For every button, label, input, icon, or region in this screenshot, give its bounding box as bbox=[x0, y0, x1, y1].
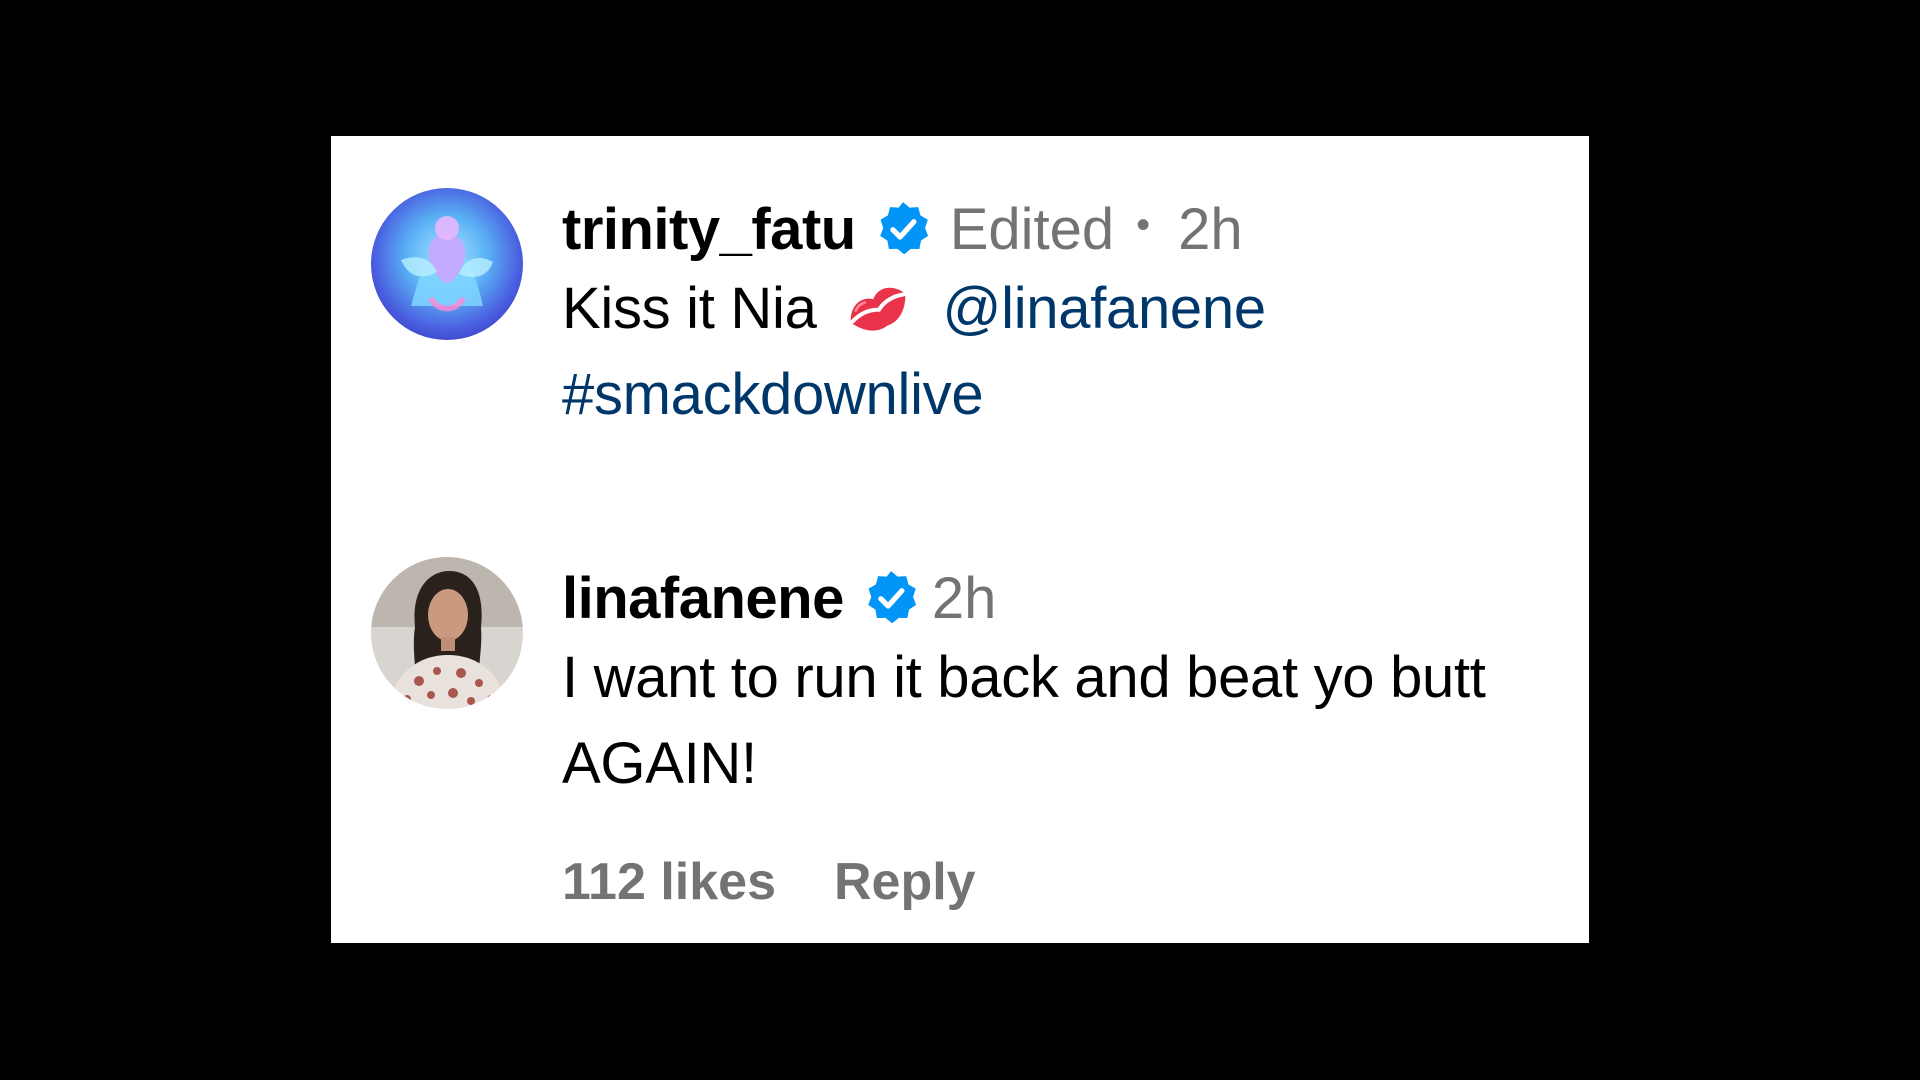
timestamp[interactable]: 2h bbox=[932, 565, 997, 632]
separator-dot: • bbox=[1136, 202, 1151, 247]
comment-text: Kiss it Nia @linafanene #smackdownlive bbox=[562, 266, 1549, 438]
comments-panel: trinity_fatu Edited • 2h Kiss it Nia @li… bbox=[331, 136, 1589, 943]
avatar-trinity-icon bbox=[371, 188, 523, 340]
avatar[interactable] bbox=[371, 188, 523, 340]
comment-header: linafanene 2h bbox=[562, 561, 1549, 635]
avatar-lina-icon bbox=[371, 557, 523, 709]
comment-body: trinity_fatu Edited • 2h Kiss it Nia @li… bbox=[562, 192, 1549, 438]
kiss-mark-icon bbox=[843, 280, 913, 336]
comment-actions: 112 likes Reply bbox=[562, 852, 976, 912]
verified-badge-icon bbox=[874, 200, 932, 258]
verified-badge-icon bbox=[862, 569, 920, 627]
username[interactable]: trinity_fatu bbox=[562, 196, 856, 263]
comment-text: I want to run it back and beat yo butt A… bbox=[562, 645, 1486, 796]
avatar[interactable] bbox=[371, 557, 523, 709]
edited-label: Edited bbox=[949, 196, 1115, 262]
hashtag-link[interactable]: #smackdownlive bbox=[562, 362, 984, 427]
comment-text-part: Kiss it Nia bbox=[562, 276, 817, 341]
reply-button[interactable]: Reply bbox=[834, 852, 976, 912]
username[interactable]: linafanene bbox=[562, 565, 844, 632]
comment-body: linafanene 2h I want to run it back and … bbox=[562, 561, 1549, 807]
timestamp[interactable]: 2h bbox=[1178, 196, 1243, 263]
likes-count[interactable]: 112 likes bbox=[562, 852, 776, 912]
mention-link[interactable]: @linafanene bbox=[943, 276, 1267, 341]
comment-header: trinity_fatu Edited • 2h bbox=[562, 192, 1549, 266]
